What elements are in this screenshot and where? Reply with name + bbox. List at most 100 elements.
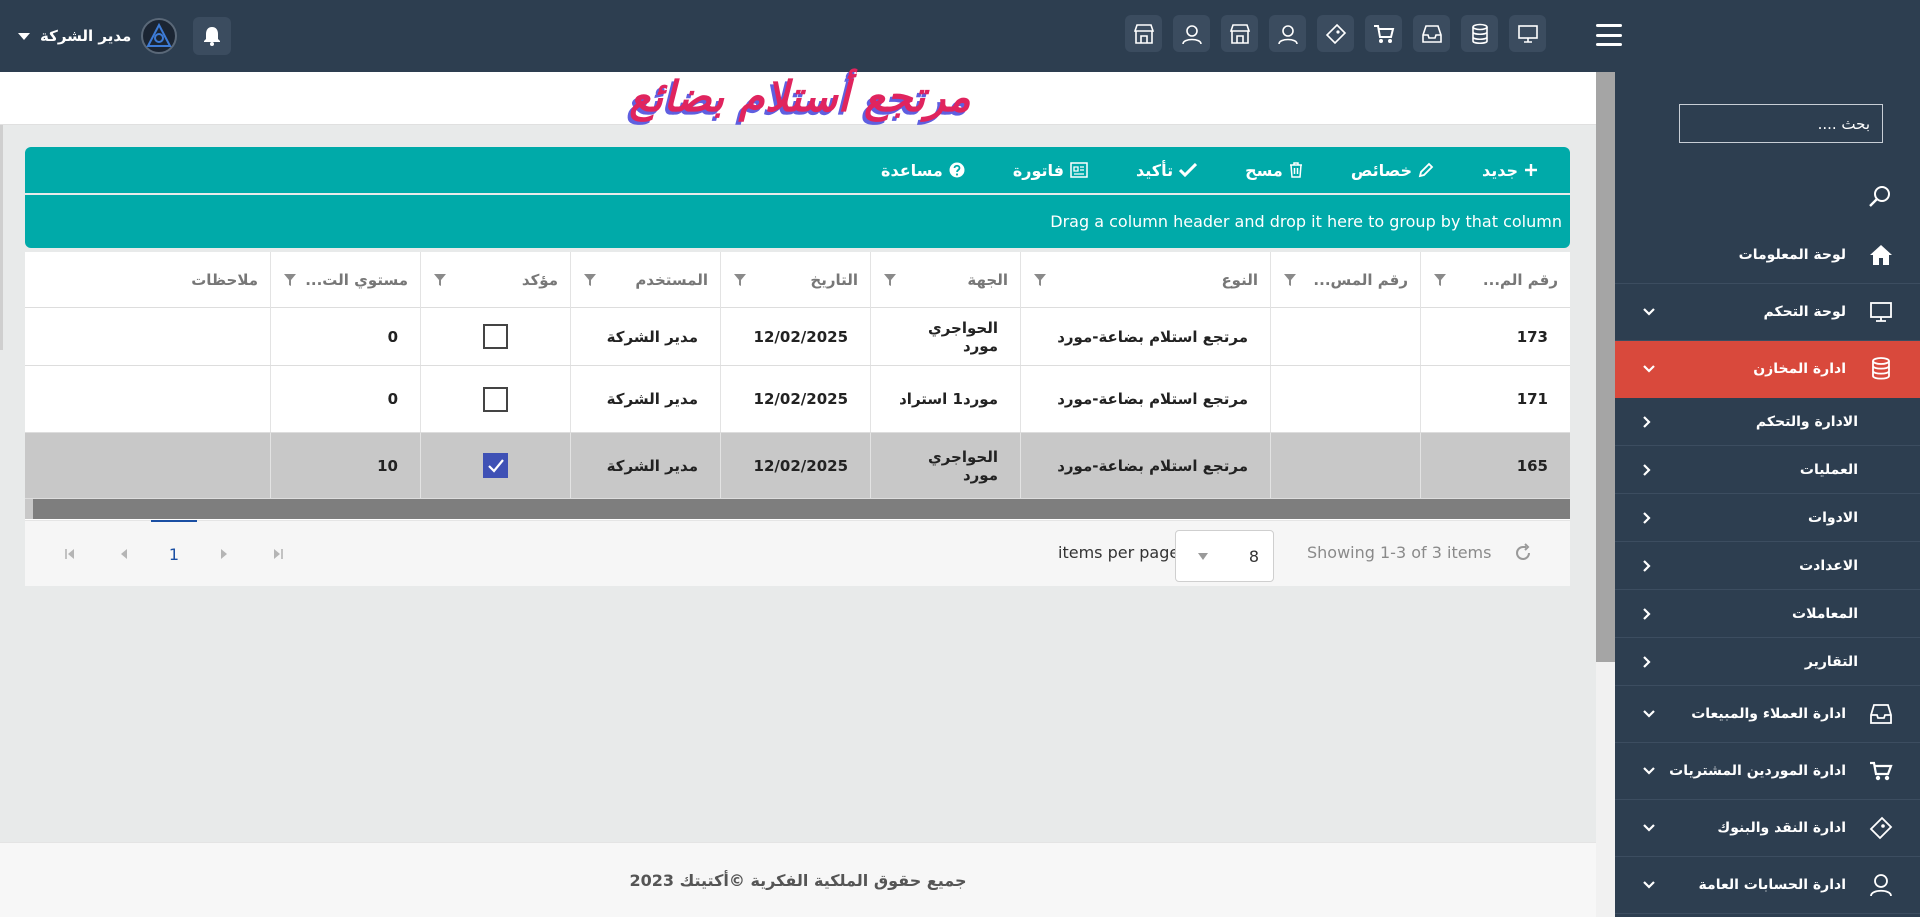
search-icon[interactable]	[1868, 184, 1892, 212]
cell-date: 12/02/2025	[720, 366, 870, 432]
sidebar-subitem-transactions[interactable]: المعاملات	[1615, 590, 1920, 638]
invoice-button[interactable]: فاتورة	[1013, 161, 1088, 180]
refresh-button[interactable]	[1513, 543, 1533, 567]
monitor-icon[interactable]	[1509, 15, 1546, 52]
next-page-icon	[221, 549, 227, 559]
sidebar-item-label: لوحة المعلومات	[1738, 247, 1846, 263]
inbox-icon	[1866, 703, 1896, 725]
sidebar-subitem-tools[interactable]: الادوات	[1615, 494, 1920, 542]
confirmed-checkbox[interactable]	[483, 453, 508, 478]
column-header-user[interactable]: المستخدم	[570, 252, 720, 308]
sidebar-item-customers-sales[interactable]: ادارة العملاء والمبيعات	[1615, 686, 1920, 743]
user-icon[interactable]	[1173, 15, 1210, 52]
pager-navigation: 1	[43, 520, 305, 587]
cart-icon[interactable]	[1365, 15, 1402, 52]
store-icon[interactable]	[1125, 15, 1162, 52]
cell-confirmed	[420, 366, 570, 432]
sidebar-subitem-label: الاعدادت	[1799, 557, 1858, 574]
cell-user: مدير الشركة	[570, 366, 720, 432]
sidebar-item-warehouses[interactable]: ادارة المخازن	[1615, 341, 1920, 398]
ticket-icon	[1866, 816, 1896, 840]
notifications-button[interactable]	[193, 17, 232, 55]
last-page-button[interactable]	[251, 521, 305, 587]
sidebar-subitem-label: العمليات	[1799, 461, 1858, 478]
column-header-ref[interactable]: رقم المس...	[1270, 252, 1420, 308]
page-number-button[interactable]: 1	[151, 520, 197, 586]
sidebar-item-label: ادارة الموردين المشتريات	[1669, 763, 1846, 779]
store-icon[interactable]	[1221, 15, 1258, 52]
sidebar-item-suppliers-purchases[interactable]: ادارة الموردين المشتريات	[1615, 743, 1920, 800]
confirm-button-label: تأكيد	[1136, 160, 1174, 180]
table-row[interactable]: 173 مرتجع استلام بضاعة-مورد الحواجري مور…	[25, 308, 1570, 366]
caret-down-icon[interactable]	[18, 32, 30, 40]
chevron-right-icon	[1643, 463, 1651, 476]
question-circle-icon	[949, 162, 965, 178]
filter-icon[interactable]	[433, 273, 447, 287]
cell-id: 171	[1420, 366, 1570, 432]
filter-icon[interactable]	[1033, 273, 1047, 287]
column-header-id[interactable]: رقم الم...	[1420, 252, 1570, 308]
column-header-notes[interactable]: ملاحظات	[25, 252, 270, 308]
chevron-right-icon	[1643, 511, 1651, 524]
sidebar-subitem-reports[interactable]: التقارير	[1615, 638, 1920, 686]
filter-icon[interactable]	[733, 273, 747, 287]
user-name[interactable]: مدير الشركة	[40, 27, 131, 45]
sidebar-item-cash-banks[interactable]: ادارة النقد والبنوك	[1615, 800, 1920, 857]
previous-page-button[interactable]	[97, 521, 151, 587]
help-button-label: مساعدة	[881, 160, 943, 180]
delete-button[interactable]: مسح	[1245, 161, 1303, 180]
filter-icon[interactable]	[883, 273, 897, 287]
menu-toggle-button[interactable]	[1596, 24, 1622, 46]
chevron-down-icon	[1643, 710, 1655, 718]
avatar[interactable]	[141, 18, 178, 54]
cell-level: 0	[270, 308, 420, 365]
group-by-drop-zone[interactable]: Drag a column header and drop it here to…	[25, 195, 1570, 248]
home-icon	[1866, 244, 1896, 266]
user-icon[interactable]	[1269, 15, 1306, 52]
help-button[interactable]: مساعدة	[881, 161, 965, 180]
sidebar-item-label: ادارة المخازن	[1753, 361, 1846, 377]
filter-icon[interactable]	[1433, 273, 1447, 287]
ticket-icon[interactable]	[1317, 15, 1354, 52]
sidebar-item-label: لوحة التحكم	[1763, 304, 1846, 320]
sidebar-subitem-management[interactable]: الادارة والتحكم	[1615, 398, 1920, 446]
first-page-button[interactable]	[43, 521, 97, 587]
horizontal-scrollbar-thumb[interactable]	[33, 499, 1570, 519]
confirm-button[interactable]: تأكيد	[1136, 160, 1198, 180]
cell-user: مدير الشركة	[570, 433, 720, 498]
confirmed-checkbox[interactable]	[483, 386, 508, 412]
table-row[interactable]: 171 مرتجع استلام بضاعة-مورد مورد1 استراد…	[25, 366, 1570, 433]
table-row[interactable]: 165 مرتجع استلام بضاعة-مورد الحواجري مور…	[25, 433, 1570, 499]
first-page-icon	[65, 549, 74, 559]
cell-ref	[1270, 308, 1420, 365]
sidebar-subitem-settings[interactable]: الاعدادت	[1615, 542, 1920, 590]
database-icon[interactable]	[1461, 15, 1498, 52]
vertical-scrollbar-thumb[interactable]	[1596, 72, 1615, 662]
data-grid: رقم الم... رقم المس... النوع الجهة التار…	[25, 252, 1570, 586]
next-page-button[interactable]	[197, 521, 251, 587]
sidebar-item-dashboard[interactable]: لوحة المعلومات	[1615, 227, 1920, 284]
filter-icon[interactable]	[283, 273, 297, 287]
properties-button[interactable]: خصائص	[1351, 161, 1434, 180]
new-button[interactable]: جديد	[1482, 161, 1538, 180]
vertical-scrollbar[interactable]	[1596, 72, 1615, 917]
confirmed-checkbox[interactable]	[483, 324, 508, 349]
cell-type: مرتجع استلام بضاعة-مورد	[1020, 433, 1270, 498]
inbox-icon[interactable]	[1413, 15, 1450, 52]
sidebar-search-input[interactable]	[1679, 104, 1883, 143]
filter-icon[interactable]	[583, 273, 597, 287]
column-header-type[interactable]: النوع	[1020, 252, 1270, 308]
column-header-confirmed[interactable]: مؤكد	[420, 252, 570, 308]
column-header-level[interactable]: مستوي الت...	[270, 252, 420, 308]
horizontal-scrollbar[interactable]	[25, 499, 1570, 519]
user-menu[interactable]: مدير الشركة	[18, 16, 232, 56]
sidebar-subitem-operations[interactable]: العمليات	[1615, 446, 1920, 494]
sidebar-item-control-panel[interactable]: لوحة التحكم	[1615, 284, 1920, 341]
filter-icon[interactable]	[1283, 273, 1297, 287]
sidebar: لوحة المعلومات لوحة التحكم ادارة المخازن…	[1615, 72, 1920, 917]
items-per-page-label: items per page	[1058, 543, 1180, 562]
sidebar-item-general-accounts[interactable]: ادارة الحسابات العامة	[1615, 857, 1920, 914]
column-header-party[interactable]: الجهة	[870, 252, 1020, 308]
items-per-page-select[interactable]: 8	[1175, 530, 1274, 582]
column-header-date[interactable]: التاريخ	[720, 252, 870, 308]
